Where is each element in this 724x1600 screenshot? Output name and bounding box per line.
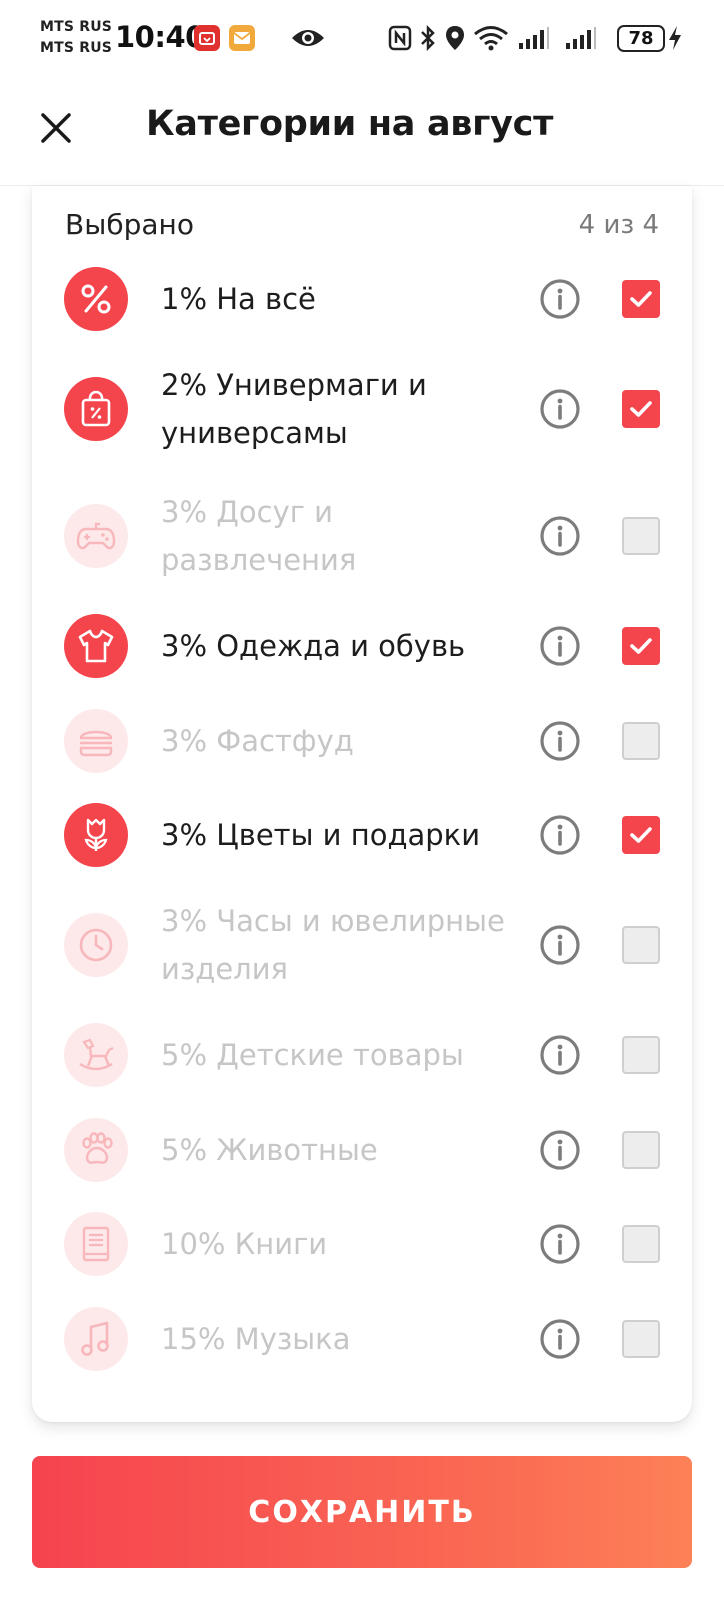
selected-label: Выбрано — [65, 208, 194, 241]
clock-icon — [64, 913, 128, 977]
status-bar: MTS RUS MTS RUS 10:40 78 — [0, 0, 724, 78]
category-checkbox[interactable] — [622, 1131, 660, 1169]
tshirt-icon — [64, 614, 128, 678]
info-button[interactable] — [538, 923, 582, 967]
info-button[interactable] — [538, 1033, 582, 1077]
charging-icon — [667, 24, 683, 52]
info-button[interactable] — [538, 1222, 582, 1266]
battery-indicator: 78 — [617, 25, 665, 52]
category-label: 10% Книги — [161, 1227, 328, 1261]
category-checkbox[interactable] — [622, 627, 660, 665]
paw-icon — [64, 1118, 128, 1182]
category-checkbox[interactable] — [622, 816, 660, 854]
category-label: 1% На всё — [161, 282, 316, 316]
wifi-icon — [473, 24, 509, 52]
signal-icon — [518, 24, 550, 52]
category-label: 3% Часы и ювелирные изделия — [161, 904, 505, 986]
info-icon — [540, 626, 580, 666]
book-icon — [64, 1212, 128, 1276]
header: Категории на август — [0, 78, 724, 186]
category-checkbox[interactable] — [622, 390, 660, 428]
category-checkbox[interactable] — [622, 1320, 660, 1358]
carrier-1: MTS RUS — [40, 19, 113, 35]
info-icon — [540, 815, 580, 855]
info-button[interactable] — [538, 1317, 582, 1361]
info-button[interactable] — [538, 387, 582, 431]
percent-icon — [64, 267, 128, 331]
flower-icon — [64, 803, 128, 867]
checkmark-icon — [630, 291, 652, 307]
category-checkbox[interactable] — [622, 280, 660, 318]
category-label: 15% Музыка — [161, 1322, 351, 1356]
info-icon — [540, 1319, 580, 1359]
info-button[interactable] — [538, 624, 582, 668]
status-time: 10:40 — [115, 20, 205, 54]
category-label: 3% Фастфуд — [161, 724, 354, 758]
carrier-names: MTS RUS MTS RUS — [40, 17, 112, 59]
category-checkbox[interactable] — [622, 1225, 660, 1263]
info-icon — [540, 516, 580, 556]
shopping-bag-icon — [64, 377, 128, 441]
info-icon — [540, 1130, 580, 1170]
selected-count: 4 из 4 — [578, 210, 659, 240]
info-button[interactable] — [538, 813, 582, 857]
info-button[interactable] — [538, 514, 582, 558]
category-checkbox[interactable] — [622, 722, 660, 760]
burger-icon — [64, 709, 128, 773]
category-checkbox[interactable] — [622, 1036, 660, 1074]
category-checkbox[interactable] — [622, 926, 660, 964]
info-icon — [540, 925, 580, 965]
checkmark-icon — [630, 638, 652, 654]
info-icon — [540, 389, 580, 429]
info-button[interactable] — [538, 1128, 582, 1172]
nfc-icon — [388, 24, 412, 52]
checkmark-icon — [630, 827, 652, 843]
carrier-2: MTS RUS — [40, 40, 113, 56]
checkmark-icon — [630, 401, 652, 417]
info-icon — [540, 721, 580, 761]
signal-icon — [565, 24, 597, 52]
location-icon — [445, 24, 465, 52]
category-label: 5% Животные — [161, 1133, 378, 1167]
category-label: 2% Универмаги и универсамы — [161, 368, 427, 450]
info-icon — [540, 1224, 580, 1264]
category-label: 3% Досуг и развлечения — [161, 495, 357, 577]
category-label: 5% Детские товары — [161, 1038, 464, 1072]
category-label: 3% Цветы и подарки — [161, 818, 481, 852]
close-button[interactable] — [34, 106, 78, 150]
categories-card: Выбрано 4 из 4 1% На всё 2% Универмаги и … — [32, 186, 692, 1422]
info-icon — [540, 1035, 580, 1075]
rocking-horse-icon — [64, 1023, 128, 1087]
info-button[interactable] — [538, 719, 582, 763]
gamepad-icon — [64, 504, 128, 568]
mtapp-notification-icon — [194, 24, 220, 52]
info-icon — [540, 279, 580, 319]
page-title: Категории на август — [146, 104, 554, 144]
category-label: 3% Одежда и обувь — [161, 629, 466, 663]
info-button[interactable] — [538, 277, 582, 321]
close-icon — [41, 113, 71, 143]
category-checkbox[interactable] — [622, 517, 660, 555]
music-note-icon — [64, 1307, 128, 1371]
bluetooth-icon — [419, 24, 437, 52]
save-button-label: СОХРАНИТЬ — [248, 1494, 476, 1530]
mail-notification-icon — [229, 24, 255, 52]
eye-icon — [290, 24, 326, 52]
save-button[interactable]: СОХРАНИТЬ — [32, 1456, 692, 1568]
